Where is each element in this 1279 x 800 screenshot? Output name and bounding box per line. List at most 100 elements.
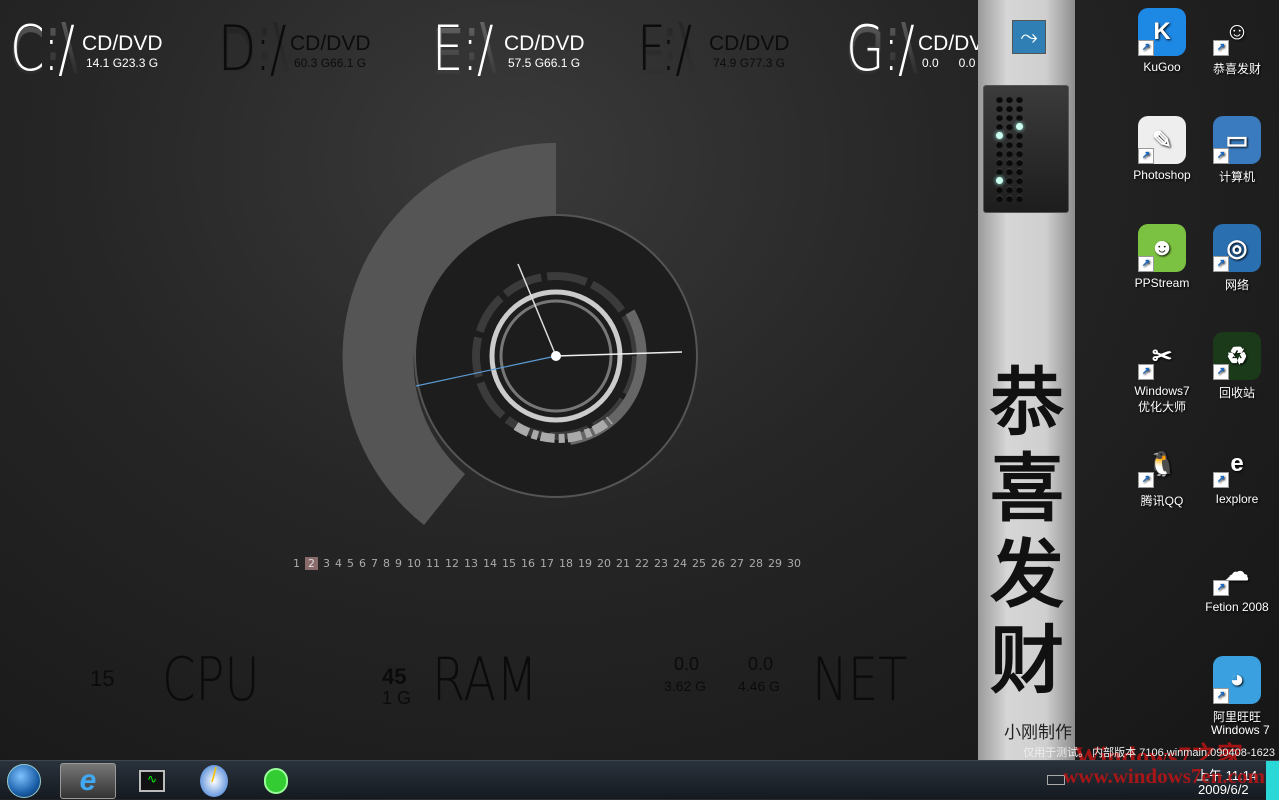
desktop-icon[interactable]: ☺ ↗ 恭喜发财 xyxy=(1202,8,1272,77)
hdd-led xyxy=(996,168,1003,175)
drive-f[interactable]: F:/ F:/ CD/DVD 74.9 G77.3 G xyxy=(637,13,837,108)
drive-size: 57.5 G66.1 G xyxy=(508,56,581,70)
page-13[interactable]: 13 xyxy=(464,557,478,570)
hdd-led xyxy=(1006,159,1013,166)
hdd-led xyxy=(1016,159,1023,166)
hdd-led xyxy=(1016,186,1023,193)
desktop-icon[interactable]: ✂ ↗ Windows7 优化大师 xyxy=(1127,332,1197,415)
page-15[interactable]: 15 xyxy=(502,557,516,570)
page-1[interactable]: 1 xyxy=(293,557,300,570)
hdd-led xyxy=(1016,177,1023,184)
page-7[interactable]: 7 xyxy=(371,557,378,570)
hdd-led xyxy=(1006,168,1013,175)
desktop-icon-label: 网络 xyxy=(1224,278,1249,292)
hdd-led xyxy=(1006,114,1013,121)
page-19[interactable]: 19 xyxy=(578,557,592,570)
desktop-icon-label: 计算机 xyxy=(1218,170,1255,184)
title-char: 财 xyxy=(990,618,1064,704)
build-label: 仅用于测试。 内部版本 7106.winmain.090408-1623 xyxy=(1023,747,1275,759)
hdd-led xyxy=(1006,123,1013,130)
drive-size: 60.3 G66.1 G xyxy=(294,56,367,70)
computer-icon: ▭ ↗ xyxy=(1213,116,1261,164)
desktop-icon[interactable]: e ↗ Iexplore xyxy=(1202,440,1272,506)
ram-label: RAM xyxy=(432,645,538,715)
show-desktop-button[interactable] xyxy=(1266,761,1279,800)
desktop-icon-label: PPStream xyxy=(1134,276,1190,290)
recycle-bin-icon: ♻ ↗ xyxy=(1213,332,1261,380)
page-25[interactable]: 25 xyxy=(692,557,706,570)
hdd-led xyxy=(1006,150,1013,157)
side-panel: ⤳ 恭 喜 发 财 小刚制作 xyxy=(978,0,1075,760)
page-10[interactable]: 10 xyxy=(407,557,421,570)
maker-label: 小刚制作 xyxy=(1004,723,1072,742)
hdd-led xyxy=(1006,141,1013,148)
os-label: Windows 7 xyxy=(1211,723,1270,737)
hdd-led xyxy=(1006,105,1013,112)
page-2[interactable]: 2 xyxy=(305,557,318,570)
page-17[interactable]: 17 xyxy=(540,557,554,570)
drive-type: CD/DVD xyxy=(504,32,585,55)
ie-icon[interactable]: e xyxy=(60,763,116,799)
page-14[interactable]: 14 xyxy=(483,557,497,570)
net-down-total: 4.46 G xyxy=(738,678,781,694)
drive-c[interactable]: C:/ C:/ CD/DVD 14.1 G23.3 G xyxy=(10,13,210,108)
hdd-led xyxy=(996,96,1003,103)
hdd-led xyxy=(1006,96,1013,103)
desktop-icon[interactable]: ▭ ↗ 计算机 xyxy=(1202,116,1272,185)
clock-widget[interactable] xyxy=(330,130,710,540)
desktop-icon[interactable]: ✎ ↗ Photoshop xyxy=(1127,116,1197,182)
desktop-icon-label: Fetion 2008 xyxy=(1205,600,1269,614)
page-18[interactable]: 18 xyxy=(559,557,573,570)
page-3[interactable]: 3 xyxy=(323,557,330,570)
desktop-icon-label: 回收站 xyxy=(1218,386,1255,400)
start-orb-icon[interactable] xyxy=(0,763,48,799)
page-21[interactable]: 21 xyxy=(616,557,630,570)
desktop-icon-label: 恭喜发财 xyxy=(1212,62,1261,76)
drive-e[interactable]: E:/ E:/ CD/DVD 57.5 G66.1 G xyxy=(432,13,632,108)
page-12[interactable]: 12 xyxy=(445,557,459,570)
page-16[interactable]: 16 xyxy=(521,557,535,570)
page-27[interactable]: 27 xyxy=(730,557,744,570)
page-11[interactable]: 11 xyxy=(426,557,440,570)
drive-d[interactable]: D:/ D:/ CD/DVD 60.3 G66.1 G xyxy=(218,13,418,108)
net-label: NET xyxy=(812,645,908,715)
page-26[interactable]: 26 xyxy=(711,557,725,570)
page-5[interactable]: 5 xyxy=(347,557,354,570)
page-6[interactable]: 6 xyxy=(359,557,366,570)
hdd-led xyxy=(1016,141,1023,148)
desktop-icon[interactable]: K ↗ KuGoo xyxy=(1127,8,1197,74)
hdd-led xyxy=(996,186,1003,193)
desktop-icon-label: Windows7 优化大师 xyxy=(1134,384,1190,414)
swallow-logo-icon[interactable]: ⤳ xyxy=(1012,20,1046,54)
page-29[interactable]: 29 xyxy=(768,557,782,570)
drive-letter-reflection: F:/ xyxy=(637,13,696,86)
hdd-led xyxy=(1016,123,1023,130)
desktop-icon[interactable]: ☻ ↗ PPStream xyxy=(1127,224,1197,290)
page-23[interactable]: 23 xyxy=(654,557,668,570)
desktop-icon[interactable]: ◎ ↗ 网络 xyxy=(1202,224,1272,293)
swiss-knife-icon: ✂ ↗ xyxy=(1138,332,1186,380)
panel-title: 恭 喜 发 财 xyxy=(984,360,1070,704)
desktop-icon[interactable]: ◕ ↗ 阿里旺旺 xyxy=(1202,656,1272,725)
page-9[interactable]: 9 xyxy=(395,557,402,570)
desktop-icon[interactable]: 🐧 ↗ 腾讯QQ xyxy=(1127,440,1197,509)
page-20[interactable]: 20 xyxy=(597,557,611,570)
hdd-led xyxy=(996,177,1003,184)
desktop-icon[interactable]: ♻ ↗ 回收站 xyxy=(1202,332,1272,401)
page-28[interactable]: 28 xyxy=(749,557,763,570)
hdd-led xyxy=(996,105,1003,112)
ie-icon: e ↗ xyxy=(1213,440,1261,488)
page-22[interactable]: 22 xyxy=(635,557,649,570)
page-30[interactable]: 30 xyxy=(787,557,801,570)
search-pen-icon[interactable]: / xyxy=(186,763,242,799)
page-24[interactable]: 24 xyxy=(673,557,687,570)
net-up-total: 3.62 G xyxy=(664,678,707,694)
desktop-icon[interactable]: ☁ ↗ Fetion 2008 xyxy=(1202,548,1272,615)
cpu-value: 15 xyxy=(90,666,115,691)
page-8[interactable]: 8 xyxy=(383,557,390,570)
task-manager-icon[interactable]: ∿ xyxy=(124,763,180,799)
network-monitor-icon[interactable] xyxy=(248,763,304,799)
page-4[interactable]: 4 xyxy=(335,557,342,570)
drive-letter-reflection: D:/ xyxy=(218,13,290,86)
hdd-led xyxy=(1016,195,1023,202)
